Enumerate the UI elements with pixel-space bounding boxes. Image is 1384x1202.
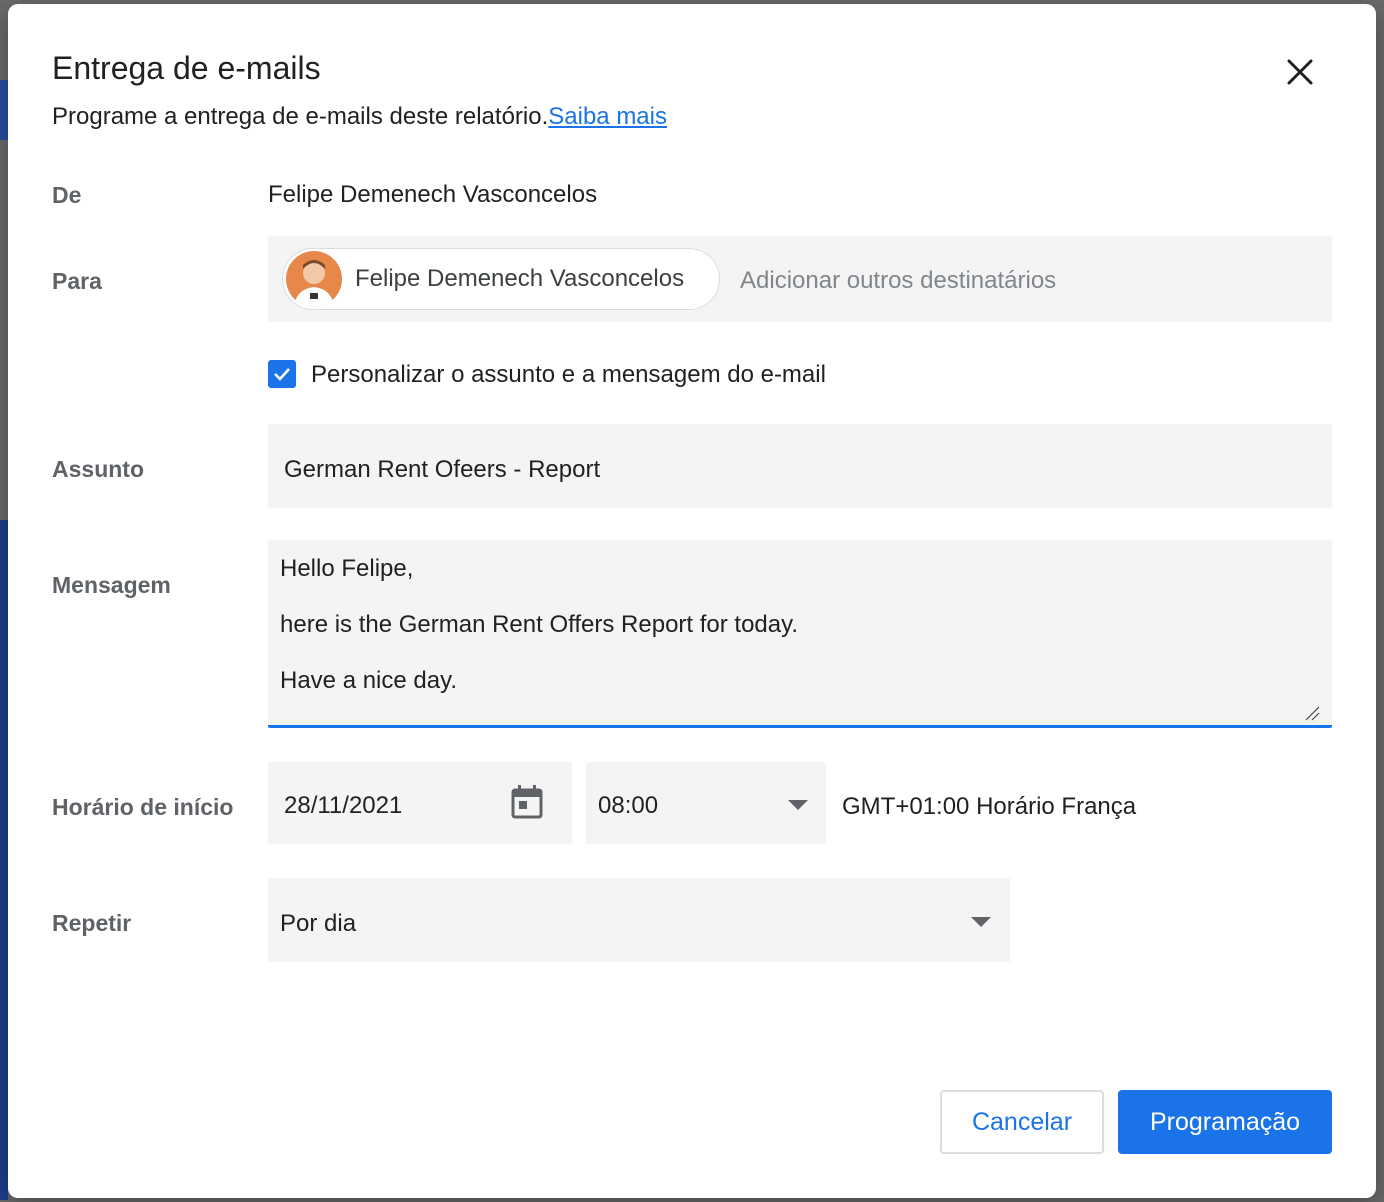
- close-icon: [1287, 59, 1313, 85]
- repeat-label: Repetir: [52, 910, 132, 936]
- backdrop-left-accent: [0, 80, 8, 140]
- time-value: 08:00: [598, 792, 659, 819]
- timezone-text: GMT+01:00 Horário França: [842, 793, 1137, 820]
- dialog-title: Entrega de e-mails: [52, 50, 321, 86]
- subject-value: German Rent Ofeers - Report: [284, 456, 601, 483]
- cancel-button[interactable]: Cancelar: [940, 1090, 1104, 1154]
- to-label: Para: [52, 268, 102, 294]
- from-label: De: [52, 182, 82, 208]
- subject-label: Assunto: [52, 456, 144, 482]
- backdrop-left-bar: [0, 520, 8, 1200]
- repeat-select[interactable]: Por dia: [268, 878, 1010, 962]
- message-line-1: Hello Felipe,: [280, 555, 414, 582]
- subtitle-text: Programe a entrega de e-mails deste rela…: [52, 103, 549, 130]
- dropdown-arrow-icon: [971, 917, 991, 927]
- recipient-chip-name: Felipe Demenech Vasconcelos: [355, 265, 685, 292]
- message-line-3: Have a nice day.: [280, 667, 457, 694]
- message-line-2: here is the German Rent Offers Report fo…: [280, 611, 799, 638]
- time-select[interactable]: 08:00: [586, 762, 826, 844]
- message-textarea[interactable]: Hello Felipe, here is the German Rent Of…: [268, 540, 1332, 728]
- dropdown-arrow-icon: [788, 800, 808, 810]
- email-delivery-dialog: Entrega de e-mails Programe a entrega de…: [8, 4, 1376, 1198]
- recipients-field[interactable]: Felipe Demenech Vasconcelos Adicionar ou…: [268, 236, 1332, 322]
- check-icon: [274, 368, 290, 381]
- customize-checkbox[interactable]: [268, 360, 296, 388]
- date-value: 28/11/2021: [284, 792, 403, 819]
- learn-more-link[interactable]: Saiba mais: [548, 103, 667, 130]
- subject-input[interactable]: German Rent Ofeers - Report: [268, 424, 1332, 508]
- repeat-value: Por dia: [280, 910, 357, 937]
- start-time-label: Horário de início: [52, 794, 234, 820]
- message-label: Mensagem: [52, 572, 171, 598]
- add-recipients-placeholder[interactable]: Adicionar outros destinatários: [740, 267, 1056, 295]
- resize-handle-icon[interactable]: [1304, 705, 1320, 721]
- schedule-button[interactable]: Programação: [1118, 1090, 1332, 1154]
- avatar: [286, 251, 342, 307]
- customize-label[interactable]: Personalizar o assunto e a mensagem do e…: [311, 361, 826, 389]
- calendar-icon[interactable]: [510, 784, 544, 820]
- close-button[interactable]: [1280, 52, 1320, 92]
- date-input[interactable]: 28/11/2021: [268, 762, 572, 844]
- recipient-chip[interactable]: Felipe Demenech Vasconcelos: [282, 248, 720, 310]
- from-value: Felipe Demenech Vasconcelos: [268, 181, 598, 208]
- dialog-subtitle: Programe a entrega de e-mails deste rela…: [52, 103, 667, 131]
